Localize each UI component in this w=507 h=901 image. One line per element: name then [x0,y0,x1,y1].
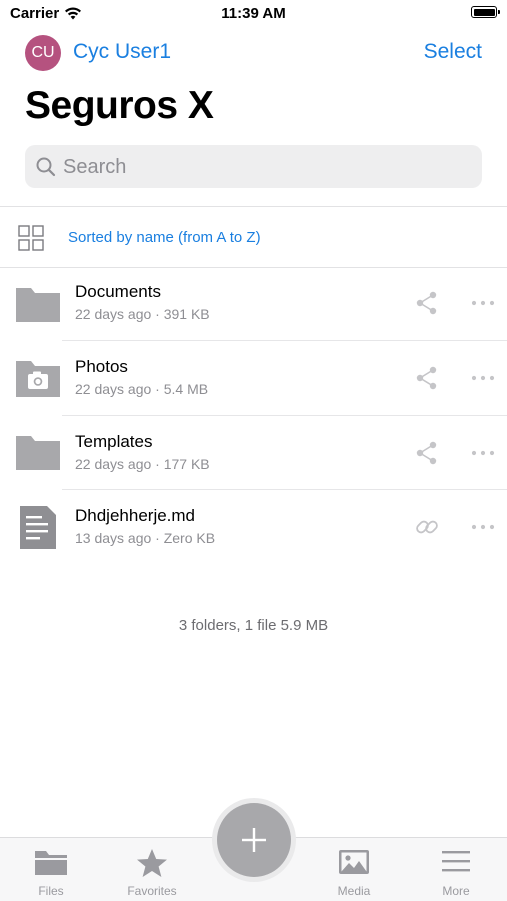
share-icon[interactable] [414,290,440,316]
grid-view-icon[interactable] [18,225,44,251]
photo-folder-icon [16,361,60,397]
file-meta: 13 days ago · Zero KB [75,530,216,546]
share-icon[interactable] [414,440,440,466]
search-input[interactable] [61,145,465,190]
account-name[interactable]: Cyc User1 [73,40,171,64]
tab-files[interactable]: Files [11,838,91,901]
share-icon[interactable] [414,365,440,391]
file-row-documents[interactable]: Documents 22 days ago · 391 KB [0,266,507,340]
menu-icon [442,851,470,872]
status-time: 11:39 AM [221,5,286,22]
header-divider [0,206,507,207]
image-icon [339,850,369,874]
tab-label: More [442,884,470,898]
tab-label: Favorites [127,884,177,898]
star-icon [137,849,167,877]
tab-label: Files [38,884,64,898]
tab-media[interactable]: Media [314,838,394,901]
file-row-dhdjehherje[interactable]: Dhdjehherje.md 13 days ago · Zero KB [0,490,507,564]
file-meta: 22 days ago · 5.4 MB [75,381,209,397]
file-row-photos[interactable]: Photos 22 days ago · 5.4 MB [0,341,507,415]
file-meta: 22 days ago · 391 KB [75,306,210,322]
more-options-icon[interactable] [470,365,496,391]
folder-icon [16,436,60,470]
search-bar[interactable] [25,145,482,190]
file-name: Documents [75,282,161,301]
tab-label: Media [337,884,371,898]
folder-icon [16,288,60,322]
more-options-icon[interactable] [470,290,496,316]
plus-icon [242,828,266,852]
sort-label[interactable]: Sorted by name (from A to Z) [68,229,261,246]
more-options-icon[interactable] [470,440,496,466]
link-icon[interactable] [414,514,440,540]
status-bar: Carrier 11:39 AM [0,0,507,28]
page-title: Seguros X [25,84,214,127]
file-name: Dhdjehherje.md [75,506,196,525]
battery-icon [471,6,500,18]
add-button[interactable] [217,803,291,877]
tab-favorites[interactable]: Favorites [112,838,192,901]
folder-summary: 3 folders, 1 file 5.9 MB [178,617,329,634]
search-icon [36,157,56,177]
file-row-templates[interactable]: Templates 22 days ago · 177 KB [0,416,507,490]
more-options-icon[interactable] [470,514,496,540]
file-meta: 22 days ago · 177 KB [75,456,210,472]
avatar[interactable]: CU [25,35,61,71]
folder-icon [35,851,67,875]
tab-more[interactable]: More [416,838,496,901]
document-icon [20,506,56,549]
avatar-initials: CU [31,44,55,61]
select-button[interactable]: Select [424,40,482,64]
file-name: Photos [75,357,128,376]
file-name: Templates [75,432,153,451]
